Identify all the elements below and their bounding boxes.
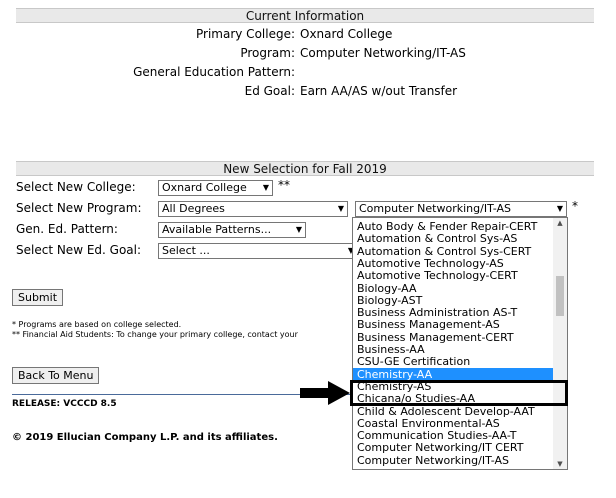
copyright-text: © 2019 Ellucian Company L.P. and its aff… — [12, 432, 278, 443]
college-select[interactable]: Oxnard College ▼ — [158, 180, 273, 196]
gen-ed-pattern-label: General Education Pattern: — [133, 65, 295, 79]
program-option[interactable]: Business-AA — [353, 343, 553, 356]
financial-aid-note: ** Financial Aid Students: To change you… — [12, 330, 298, 339]
arrow-right-icon — [300, 381, 350, 405]
program-option[interactable]: Automotive Technology-AS — [353, 257, 553, 270]
program-option[interactable]: Biology-AA — [353, 282, 553, 295]
release-text: RELEASE: VCCCD 8.5 — [12, 399, 117, 409]
program-option[interactable]: Business Management-AS — [353, 318, 553, 331]
program-required-marker: * — [572, 199, 578, 213]
gen-ed-select-value: Available Patterns... — [162, 223, 272, 236]
program-option[interactable]: Biology-AST — [353, 294, 553, 307]
current-info-header: Current Information — [16, 8, 594, 23]
ed-goal-select[interactable]: Select ... ▼ — [158, 243, 358, 259]
new-selection-header: New Selection for Fall 2019 — [16, 161, 594, 176]
program-value: Computer Networking/IT-AS — [300, 46, 466, 60]
program-option[interactable]: Computer Networking/IT-AS — [353, 454, 553, 467]
gen-ed-label: Gen. Ed. Pattern: — [16, 222, 118, 236]
programs-note: * Programs are based on college selected… — [12, 320, 182, 329]
chevron-down-icon: ▼ — [337, 204, 344, 213]
program-select[interactable]: Computer Networking/IT-AS ▼ — [355, 201, 567, 217]
program-option[interactable]: Automation & Control Sys-CERT — [353, 245, 553, 258]
program-option[interactable]: CSU-GE Certification — [353, 355, 553, 368]
new-college-label: Select New College: — [16, 180, 136, 194]
program-label: Program: — [240, 46, 295, 60]
program-option[interactable]: Computer Networking/IT CERT — [353, 441, 553, 454]
ed-goal-select-value: Select ... — [162, 244, 210, 257]
program-option[interactable]: Business Management-CERT — [353, 331, 553, 344]
scroll-up-icon[interactable]: ▲ — [553, 219, 567, 227]
program-option[interactable]: Business Administration AS-T — [353, 306, 553, 319]
program-option[interactable]: Coastal Environmental-AS — [353, 417, 553, 430]
program-degrees-value: All Degrees — [162, 202, 225, 215]
primary-college-label: Primary College: — [196, 27, 295, 41]
scrollbar-thumb[interactable] — [556, 276, 564, 316]
program-option[interactable]: Auto Body & Fender Repair-CERT — [353, 220, 553, 233]
new-ed-goal-label: Select New Ed. Goal: — [16, 243, 142, 257]
submit-button[interactable]: Submit — [12, 289, 64, 306]
program-option[interactable]: Automation & Control Sys-AS — [353, 232, 553, 245]
new-program-label: Select New Program: — [16, 201, 142, 215]
back-to-menu-button[interactable]: Back To Menu — [12, 367, 100, 384]
primary-college-value: Oxnard College — [300, 27, 393, 41]
scroll-down-icon[interactable]: ▼ — [553, 460, 567, 468]
dropdown-scrollbar[interactable]: ▲ ▼ — [553, 218, 567, 469]
chevron-down-icon: ▼ — [295, 225, 302, 234]
ed-goal-label: Ed Goal: — [244, 84, 295, 98]
college-select-value: Oxnard College — [162, 181, 247, 194]
program-option[interactable]: Child & Adolescent Develop-AAT — [353, 405, 553, 418]
program-degrees-select[interactable]: All Degrees ▼ — [158, 201, 348, 217]
gen-ed-select[interactable]: Available Patterns... ▼ — [158, 222, 306, 238]
college-required-marker: ** — [278, 178, 290, 192]
program-option[interactable]: Communication Studies-AA-T — [353, 429, 553, 442]
program-option[interactable]: Chemistry-AA — [353, 367, 553, 381]
chevron-down-icon: ▼ — [556, 204, 563, 213]
chevron-down-icon: ▼ — [262, 183, 269, 192]
program-dropdown-list[interactable]: ▲ ▼ Auto Body & Fender Repair-CERT Automa… — [352, 217, 568, 470]
highlight-box — [350, 380, 568, 406]
program-option[interactable]: Automotive Technology-CERT — [353, 269, 553, 282]
program-select-value: Computer Networking/IT-AS — [359, 202, 512, 215]
ed-goal-value: Earn AA/AS w/out Transfer — [300, 84, 458, 98]
